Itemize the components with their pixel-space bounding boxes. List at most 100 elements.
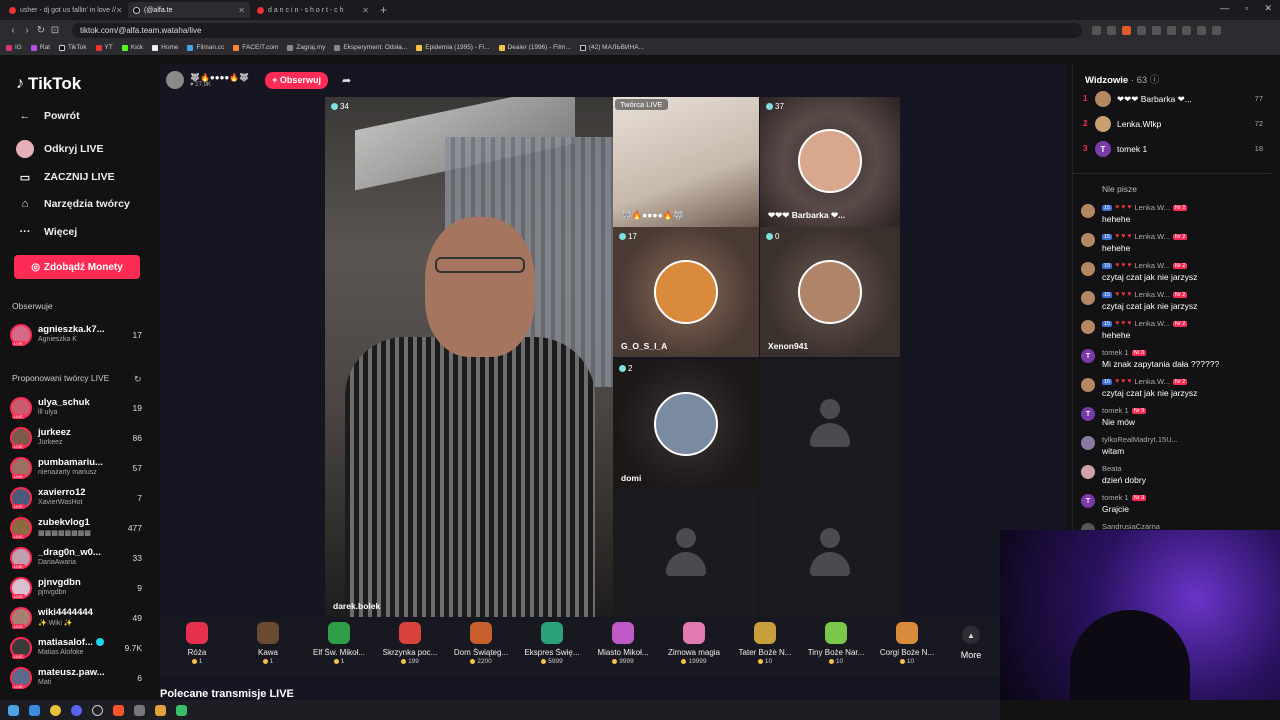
- bookmark-item[interactable]: Rat: [30, 44, 50, 51]
- gift-item[interactable]: Dom Świąteg... 2200: [449, 622, 513, 665]
- viewers-header[interactable]: Widzowie · 63 ⓘ: [1085, 72, 1159, 86]
- extension-icon[interactable]: [1137, 25, 1146, 35]
- avatar[interactable]: [1081, 204, 1095, 218]
- extension-icon[interactable]: [1092, 25, 1101, 35]
- suggested-user[interactable]: LIVE _drag0n_w0... DariaAwaria 33: [10, 545, 150, 573]
- avatar[interactable]: [1081, 233, 1095, 247]
- get-coins-button[interactable]: ◎ Zdobądź Monety: [14, 255, 140, 279]
- nav-more[interactable]: ··· Więcej: [16, 223, 78, 241]
- bookmark-item[interactable]: TikTok: [59, 44, 87, 51]
- more-gifts-button[interactable]: ▲ More: [956, 626, 986, 660]
- gift-item[interactable]: Tater Boże N... 10: [733, 622, 797, 665]
- share-icon[interactable]: ➦: [342, 74, 351, 87]
- gift-item[interactable]: Tiny Boże Nar... 10: [804, 622, 868, 665]
- guest-video-tile[interactable]: 2 domi: [613, 359, 759, 489]
- nav-discover-live[interactable]: Odkryj LIVE: [16, 140, 104, 158]
- bookmark-item[interactable]: FACEIT.com: [233, 44, 278, 51]
- guest-video-tile[interactable]: 0 Xenon941: [760, 227, 900, 357]
- windows-start-icon[interactable]: [8, 704, 19, 716]
- minimize-icon[interactable]: —: [1220, 3, 1229, 14]
- suggested-user[interactable]: LIVE jurkeez Jurkeez 86: [10, 425, 150, 453]
- creator-video-tile[interactable]: Twórca LIVE 🐺🔥●●●●🔥🐺: [613, 97, 759, 227]
- bookmark-page-icon[interactable]: ⊡: [48, 25, 62, 36]
- gift-item[interactable]: Corgi Boże N... 10: [875, 622, 939, 665]
- brave-icon[interactable]: [113, 704, 124, 716]
- suggested-user[interactable]: LIVE wiki4444444 ✨ Wiki ✨ 49: [10, 605, 150, 633]
- avatar[interactable]: [1081, 320, 1095, 334]
- url-input[interactable]: tiktok.com/@alfa.team.wataha/live: [72, 22, 1082, 38]
- gift-item[interactable]: Elf Św. Mikoł... 1: [307, 622, 371, 665]
- close-tab-icon[interactable]: ✕: [116, 6, 123, 15]
- gift-item[interactable]: Kawa 1: [236, 622, 300, 665]
- file-explorer-icon[interactable]: [29, 704, 40, 716]
- reload-icon[interactable]: ↻: [34, 25, 48, 36]
- close-tab-icon[interactable]: ✕: [238, 6, 245, 15]
- top-viewer-row[interactable]: 3 Ttomek 1 18: [1083, 141, 1265, 159]
- browser-tab-active[interactable]: (@alfa.te ✕: [128, 2, 250, 18]
- gift-item[interactable]: Miasto Mikoł... 9999: [591, 622, 655, 665]
- gift-item[interactable]: Róża 1: [165, 622, 229, 665]
- avatar[interactable]: T: [1081, 349, 1095, 363]
- app-icon[interactable]: [134, 704, 145, 716]
- bookmark-item[interactable]: Epidemia (1995) - Fi...: [416, 44, 490, 51]
- back-icon[interactable]: ‹: [6, 25, 20, 36]
- forward-icon[interactable]: ›: [20, 25, 34, 36]
- main-video-tile[interactable]: 34 darek.bolek: [325, 97, 613, 617]
- following-user[interactable]: LIVE agnieszka.k7... Agnieszka K 17: [10, 322, 150, 350]
- gift-item[interactable]: Skrzynka poc... 199: [378, 622, 442, 665]
- avatar[interactable]: [1081, 436, 1095, 450]
- refresh-icon[interactable]: ↻: [134, 374, 142, 385]
- bookmark-item[interactable]: (42) МАЛЬВИНА...: [579, 44, 644, 51]
- empty-guest-slot[interactable]: [760, 489, 900, 617]
- bookmark-item[interactable]: Kick: [121, 44, 143, 51]
- obs-icon[interactable]: [92, 704, 103, 716]
- suggested-user[interactable]: LIVE pumbamariu... nienażarty mariusz 57: [10, 455, 150, 483]
- avatar[interactable]: T: [1081, 494, 1095, 508]
- suggested-user[interactable]: LIVE xavierro12 XavierWasHot 7: [10, 485, 150, 513]
- extension-icon[interactable]: [1107, 25, 1116, 35]
- avatar[interactable]: [1081, 291, 1095, 305]
- extension-icon[interactable]: [1152, 25, 1161, 35]
- extension-icon[interactable]: [1212, 25, 1221, 35]
- nav-back[interactable]: ← Powrót: [16, 107, 80, 125]
- suggested-user[interactable]: LIVE ulya_schuk lll ulya 19: [10, 395, 150, 423]
- host-avatar[interactable]: [166, 71, 184, 89]
- gift-item[interactable]: Zimowa magia 19999: [662, 622, 726, 665]
- discord-icon[interactable]: [71, 704, 82, 716]
- bookmark-item[interactable]: Filman.cc: [187, 44, 224, 51]
- gift-item[interactable]: Ekspres Świę... 5999: [520, 622, 584, 665]
- top-viewer-row[interactable]: 1 ❤❤❤ Barbarka ❤... 77: [1083, 91, 1265, 109]
- follow-button[interactable]: + Obserwuj: [265, 71, 328, 89]
- empty-guest-slot[interactable]: [760, 359, 900, 489]
- close-window-icon[interactable]: ✕: [1264, 3, 1272, 14]
- avatar[interactable]: [1081, 262, 1095, 276]
- bookmark-item[interactable]: Dealer (1996) - Film...: [498, 44, 571, 51]
- nav-creator-tools[interactable]: ⌂ Narzędzia twórcy: [16, 195, 130, 213]
- extension-icon[interactable]: [1167, 25, 1176, 35]
- extension-icon[interactable]: [1182, 25, 1191, 35]
- suggested-user[interactable]: LIVE pjnvgdbn pjnvgdbn 9: [10, 575, 150, 603]
- chrome-icon[interactable]: [50, 704, 61, 716]
- tiktok-logo[interactable]: ♪ TikTok: [16, 74, 81, 94]
- suggested-user[interactable]: LIVE matiasalof... Matias Alofoke 9.7K: [10, 635, 150, 663]
- extension-icon[interactable]: [1122, 25, 1131, 35]
- app-icon[interactable]: [155, 704, 166, 716]
- extension-icon[interactable]: [1197, 25, 1206, 35]
- avatar[interactable]: [1081, 378, 1095, 392]
- nav-start-live[interactable]: ▭ ZACZNIJ LIVE: [16, 168, 115, 186]
- bookmark-item[interactable]: Eksperyment: Odsła...: [334, 44, 407, 51]
- top-viewer-row[interactable]: 2 Lenka.Wlkp 72: [1083, 116, 1265, 134]
- suggested-user[interactable]: LIVE zubekvlog1 ▩▩▩▩▩▩▩▩ 477: [10, 515, 150, 543]
- guest-video-tile[interactable]: 37 ❤❤❤ Barbarka ❤...: [760, 97, 900, 227]
- info-icon[interactable]: ⓘ: [1150, 75, 1160, 86]
- bookmark-item[interactable]: YT: [95, 44, 113, 51]
- avatar[interactable]: T: [1081, 407, 1095, 421]
- close-tab-icon[interactable]: ✕: [362, 6, 369, 15]
- bookmark-item[interactable]: IG: [6, 44, 22, 51]
- new-tab-button[interactable]: +: [380, 3, 387, 17]
- avatar[interactable]: [1081, 465, 1095, 479]
- app-icon[interactable]: [176, 704, 187, 716]
- suggested-user[interactable]: LIVE mateusz.paw... Mati 6: [10, 665, 150, 693]
- guest-video-tile[interactable]: 17 G_O_S_I_A: [613, 227, 759, 357]
- browser-tab[interactable]: usher - dj got us fallin' in love //✕: [4, 2, 126, 18]
